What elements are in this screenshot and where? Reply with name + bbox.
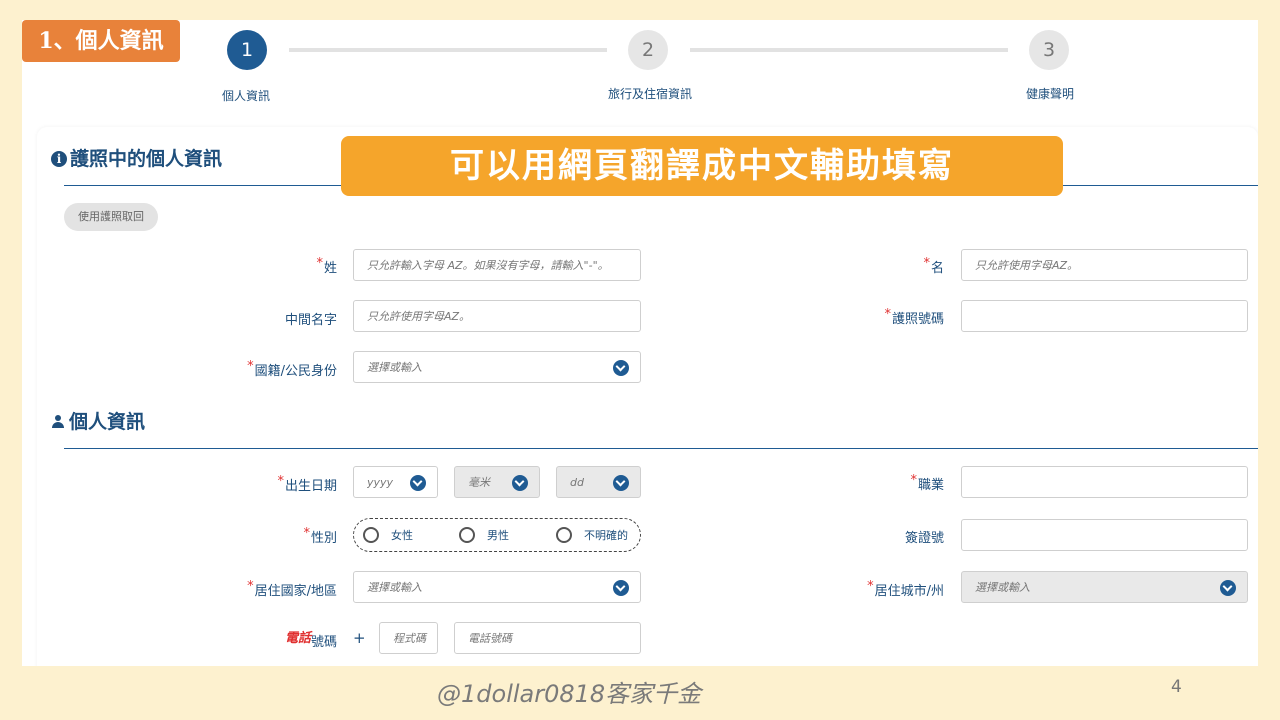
chevron-down-icon <box>410 475 426 491</box>
phone-code-input[interactable]: 程式碼 <box>379 622 438 654</box>
phone-number-placeholder: 電話號碼 <box>468 632 512 645</box>
occupation-input[interactable] <box>961 466 1248 498</box>
residence-country-placeholder: 選擇或輸入 <box>367 581 422 594</box>
slide: 1、個人資訊 1 2 3 個人資訊 旅行及住宿資訊 健康聲明 i 護照中的個人資訊… <box>22 20 1258 666</box>
person-icon <box>51 413 65 429</box>
gender-female-label[interactable]: 女性 <box>391 527 413 543</box>
step-1-label: 個人資訊 <box>222 89 271 103</box>
middle-name-placeholder: 只允許使用字母AZ。 <box>367 310 471 323</box>
personal-section-title-text: 個人資訊 <box>69 411 146 433</box>
use-passport-button[interactable]: 使用護照取回 <box>64 203 158 231</box>
chevron-down-icon <box>1220 580 1236 596</box>
chevron-down-icon <box>613 360 629 376</box>
page-number: 4 <box>1171 677 1182 697</box>
step-connector-2 <box>690 48 1008 52</box>
gender-male-label[interactable]: 男性 <box>487 527 509 543</box>
residence-city-label: *居住城市/州 <box>867 579 944 599</box>
dob-month-select[interactable]: 毫米 <box>454 466 540 498</box>
gender-radio-male[interactable] <box>459 527 475 543</box>
dob-label: *出生日期 <box>277 474 337 494</box>
nationality-placeholder: 選擇或輸入 <box>367 361 422 374</box>
residence-country-select[interactable]: 選擇或輸入 <box>353 571 641 603</box>
section-tag: 1、個人資訊 <box>22 20 180 62</box>
middle-name-label: 中間名字 <box>284 313 337 328</box>
visa-number-input[interactable] <box>961 519 1248 551</box>
translation-banner: 可以用網頁翻譯成中文輔助填寫 <box>341 136 1063 196</box>
gender-radio-female[interactable] <box>363 527 379 543</box>
section-divider <box>64 448 1258 449</box>
chevron-down-icon <box>613 475 629 491</box>
phone-plus: + <box>353 629 366 647</box>
watermark: @1dollar0818客家千金 <box>437 680 702 708</box>
chevron-down-icon <box>613 580 629 596</box>
phone-number-input[interactable]: 電話號碼 <box>454 622 641 654</box>
given-name-label: *名 <box>923 256 944 276</box>
surname-placeholder: 只允許輸入字母 AZ。如果沒有字母，請輸入"-"。 <box>367 259 609 272</box>
dob-day-select[interactable]: dd <box>556 466 641 498</box>
form-card: i 護照中的個人資訊 可以用網頁翻譯成中文輔助填寫 使用護照取回 *姓 只允許輸入… <box>37 127 1258 666</box>
passport-number-label: *護照號碼 <box>884 307 944 327</box>
occupation-label: *職業 <box>910 473 944 493</box>
surname-input[interactable]: 只允許輸入字母 AZ。如果沒有字母，請輸入"-"。 <box>353 249 641 281</box>
gender-radio-unspecified[interactable] <box>556 527 572 543</box>
passport-section-title: i 護照中的個人資訊 <box>51 144 222 171</box>
given-name-placeholder: 只允許使用字母AZ。 <box>975 259 1079 272</box>
step-3-label: 健康聲明 <box>1026 87 1075 101</box>
given-name-input[interactable]: 只允許使用字母AZ。 <box>961 249 1248 281</box>
nationality-label: *國籍/公民身份 <box>247 359 337 379</box>
gender-label: *性別 <box>303 526 337 546</box>
info-icon: i <box>51 151 67 167</box>
residence-country-label: *居住國家/地區 <box>247 579 337 599</box>
phone-code-placeholder: 程式碼 <box>393 632 426 645</box>
middle-name-input[interactable]: 只允許使用字母AZ。 <box>353 300 641 332</box>
step-3-circle[interactable]: 3 <box>1029 30 1069 70</box>
gender-radio-group: 女性 男性 不明確的 <box>353 518 641 552</box>
surname-label: *姓 <box>316 256 337 276</box>
residence-city-placeholder: 選擇或輸入 <box>975 581 1030 594</box>
step-1-circle[interactable]: 1 <box>227 30 267 70</box>
residence-city-select[interactable]: 選擇或輸入 <box>961 571 1248 603</box>
passport-number-input[interactable] <box>961 300 1248 332</box>
chevron-down-icon <box>512 475 528 491</box>
passport-section-title-text: 護照中的個人資訊 <box>70 148 223 170</box>
gender-unspecified-label[interactable]: 不明確的 <box>584 527 628 543</box>
nationality-select[interactable]: 選擇或輸入 <box>353 351 641 383</box>
visa-number-label: 簽證號 <box>904 531 944 546</box>
phone-label: 電話號碼 <box>284 631 337 650</box>
dob-year-select[interactable]: yyyy <box>353 466 438 498</box>
step-2-circle[interactable]: 2 <box>628 30 668 70</box>
step-2-label: 旅行及住宿資訊 <box>608 87 693 101</box>
personal-section-title: 個人資訊 <box>51 407 145 434</box>
step-connector-1 <box>289 48 607 52</box>
